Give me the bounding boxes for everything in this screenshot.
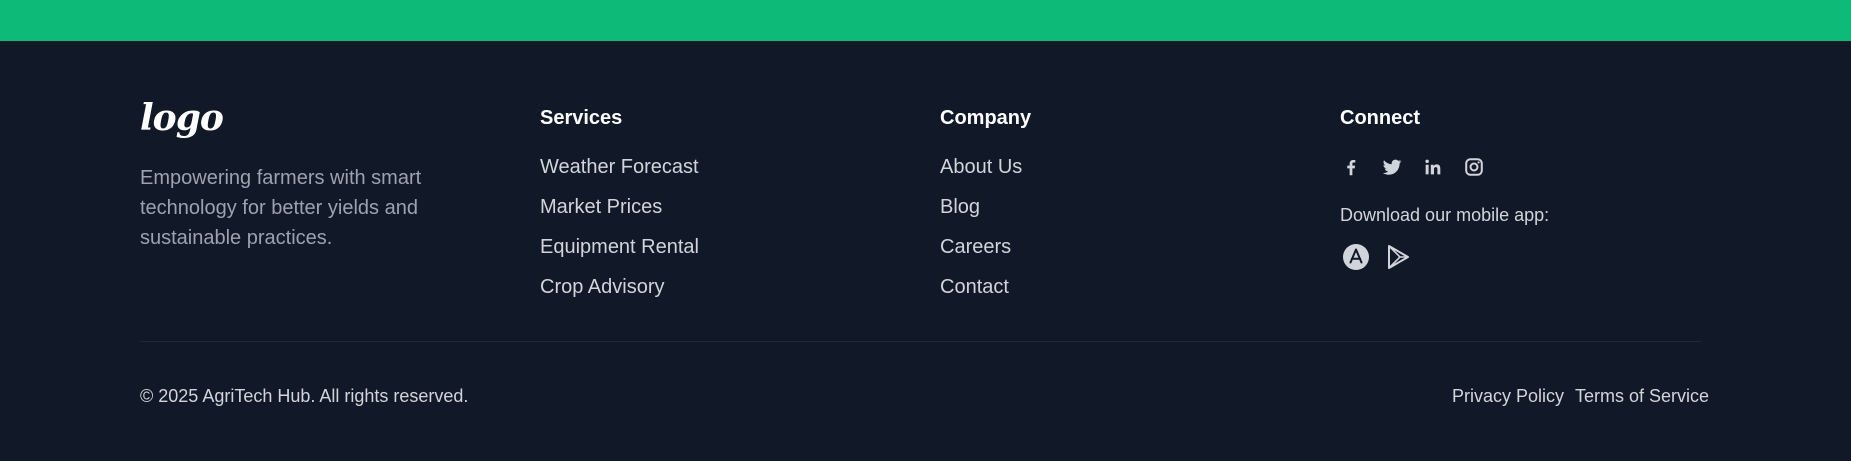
link-market-prices[interactable]: Market Prices: [540, 197, 662, 217]
app-store-icon[interactable]: [1342, 243, 1370, 271]
logo[interactable]: logo: [140, 100, 224, 136]
privacy-policy-link[interactable]: Privacy Policy: [1452, 387, 1564, 405]
tagline: Empowering farmers with smart technology…: [140, 167, 422, 249]
copyright-text: © 2025 AgriTech Hub. All rights reserved…: [140, 386, 469, 406]
link-contact[interactable]: Contact: [940, 277, 1009, 297]
app-download-label: Download our mobile app:: [1340, 205, 1550, 225]
link-weather-forecast[interactable]: Weather Forecast: [540, 157, 699, 177]
twitter-icon[interactable]: [1381, 156, 1403, 178]
link-careers[interactable]: Careers: [940, 237, 1011, 257]
facebook-icon[interactable]: [1340, 156, 1362, 178]
linkedin-icon[interactable]: [1422, 156, 1444, 178]
google-play-icon[interactable]: [1384, 243, 1412, 271]
services-heading: Services: [540, 107, 623, 129]
link-about-us[interactable]: About Us: [940, 157, 1022, 177]
terms-of-service-link[interactable]: Terms of Service: [1575, 387, 1709, 405]
company-heading: Company: [940, 107, 1032, 129]
footer-divider: [140, 341, 1701, 342]
connect-heading: Connect: [1340, 107, 1420, 129]
instagram-icon[interactable]: [1463, 156, 1485, 178]
link-blog[interactable]: Blog: [940, 197, 980, 217]
top-accent-bar: [0, 0, 1851, 41]
link-equipment-rental[interactable]: Equipment Rental: [540, 237, 699, 257]
link-crop-advisory[interactable]: Crop Advisory: [540, 277, 665, 297]
